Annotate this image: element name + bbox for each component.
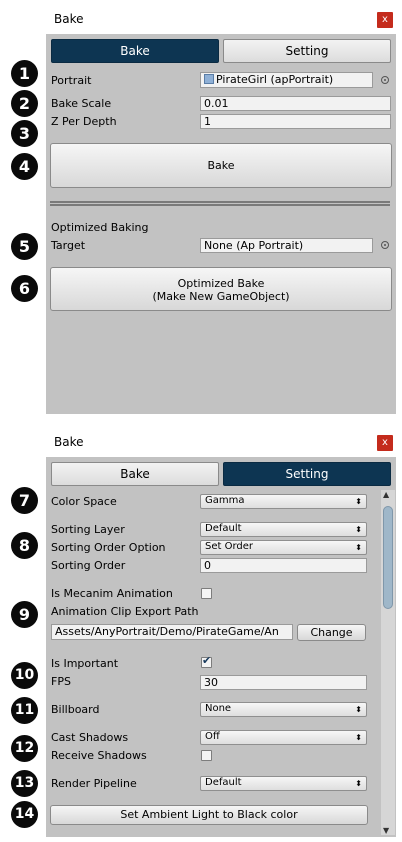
badge-3: 3 [11, 120, 38, 147]
window1-tab-setting[interactable]: Setting [223, 39, 391, 63]
clip-path-label: Animation Clip Export Path [51, 605, 199, 618]
badge-14: 14 [11, 801, 38, 828]
bake-scale-input[interactable]: 0.01 [200, 96, 391, 111]
portrait-field[interactable]: PirateGirl (apPortrait) [200, 72, 373, 88]
sorting-order-option-value: Set Order [205, 541, 254, 552]
badge-10: 10 [11, 662, 38, 689]
scroll-down-icon[interactable]: ▼ [383, 826, 389, 835]
sorting-order-option-dropdown[interactable]: Set Order ⬍ [200, 540, 367, 555]
z-per-depth-input[interactable]: 1 [200, 114, 391, 129]
target-label: Target [51, 239, 86, 252]
render-pipeline-value: Default [205, 777, 242, 788]
badge-4: 4 [11, 153, 38, 180]
chevron-updown-icon: ⬍ [355, 779, 362, 788]
color-space-dropdown[interactable]: Gamma ⬍ [200, 494, 367, 509]
optimized-bake-button-line1: Optimized Bake [177, 277, 265, 290]
sorting-layer-label: Sorting Layer [51, 523, 125, 536]
checkmark-icon: ✔ [202, 654, 212, 667]
window1-title: Bake [54, 12, 84, 26]
portrait-asset-icon [204, 74, 214, 84]
portrait-object-picker-icon[interactable] [381, 76, 389, 84]
bake-button[interactable]: Bake [50, 143, 392, 188]
optimized-baking-header: Optimized Baking [51, 221, 149, 234]
mecanim-checkbox[interactable] [201, 588, 212, 599]
receive-shadows-label: Receive Shadows [51, 749, 147, 762]
chevron-updown-icon: ⬍ [355, 733, 362, 742]
chevron-updown-icon: ⬍ [355, 525, 362, 534]
mecanim-label: Is Mecanim Animation [51, 587, 173, 600]
ambient-light-button[interactable]: Set Ambient Light to Black color [50, 805, 368, 825]
sorting-layer-dropdown[interactable]: Default ⬍ [200, 522, 367, 537]
render-pipeline-dropdown[interactable]: Default ⬍ [200, 776, 367, 791]
scroll-up-icon[interactable]: ▲ [383, 490, 389, 499]
window2-close-button[interactable]: x [377, 435, 393, 451]
is-important-label: Is Important [51, 657, 119, 670]
sorting-order-label: Sorting Order [51, 559, 126, 572]
fps-label: FPS [51, 675, 71, 688]
optimized-bake-button-line2: (Make New GameObject) [152, 290, 290, 303]
badge-11: 11 [11, 697, 38, 724]
target-object-picker-icon[interactable] [381, 241, 389, 249]
chevron-updown-icon: ⬍ [355, 705, 362, 714]
badge-2: 2 [11, 90, 38, 117]
window1-close-button[interactable]: x [377, 12, 393, 28]
portrait-value: PirateGirl (apPortrait) [216, 73, 334, 86]
fps-input[interactable]: 30 [200, 675, 367, 690]
sorting-order-input[interactable]: 0 [200, 558, 367, 573]
receive-shadows-checkbox[interactable] [201, 750, 212, 761]
window2-tab-bake[interactable]: Bake [51, 462, 219, 486]
billboard-dropdown[interactable]: None ⬍ [200, 702, 367, 717]
is-important-checkbox[interactable]: ✔ [201, 654, 212, 668]
cast-shadows-value: Off [205, 731, 220, 742]
render-pipeline-label: Render Pipeline [51, 777, 137, 790]
scrollbar-thumb[interactable] [383, 506, 393, 609]
sorting-order-option-label: Sorting Order Option [51, 541, 166, 554]
bake-scale-label: Bake Scale [51, 97, 112, 110]
chevron-updown-icon: ⬍ [355, 543, 362, 552]
badge-13: 13 [11, 770, 38, 797]
z-per-depth-label: Z Per Depth [51, 115, 117, 128]
separator [50, 201, 390, 206]
billboard-label: Billboard [51, 703, 100, 716]
chevron-updown-icon: ⬍ [355, 497, 362, 506]
portrait-label: Portrait [51, 74, 92, 87]
clip-path-input[interactable]: Assets/AnyPortrait/Demo/PirateGame/An [51, 624, 293, 640]
window1-tab-bake[interactable]: Bake [51, 39, 219, 63]
optimized-bake-button[interactable]: Optimized Bake (Make New GameObject) [50, 267, 392, 311]
billboard-value: None [205, 703, 232, 714]
window2-tab-setting[interactable]: Setting [223, 462, 391, 486]
cast-shadows-dropdown[interactable]: Off ⬍ [200, 730, 367, 745]
window2-title: Bake [54, 435, 84, 449]
color-space-label: Color Space [51, 495, 117, 508]
badge-12: 12 [11, 735, 38, 762]
cast-shadows-label: Cast Shadows [51, 731, 129, 744]
color-space-value: Gamma [205, 495, 245, 506]
badge-7: 7 [11, 487, 38, 514]
badge-1: 1 [11, 60, 38, 87]
badge-9: 9 [11, 601, 38, 628]
badge-8: 8 [11, 532, 38, 559]
target-field[interactable]: None (Ap Portrait) [200, 238, 373, 253]
badge-5: 5 [11, 233, 38, 260]
badge-6: 6 [11, 275, 38, 302]
change-path-button[interactable]: Change [297, 624, 366, 641]
sorting-layer-value: Default [205, 523, 242, 534]
